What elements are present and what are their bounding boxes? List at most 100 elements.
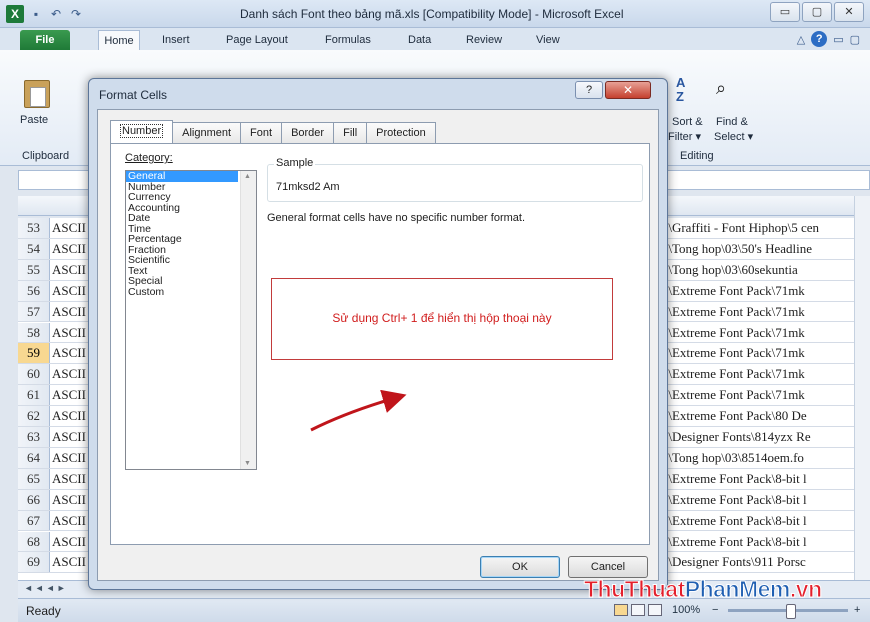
doc-restore-icon[interactable]: ▢ bbox=[850, 33, 860, 46]
row-number[interactable]: 67 bbox=[18, 510, 50, 531]
row-number[interactable]: 62 bbox=[18, 406, 50, 426]
paste-icon[interactable] bbox=[24, 80, 50, 108]
tab-protection[interactable]: Protection bbox=[367, 122, 436, 144]
redo-icon[interactable]: ↷ bbox=[68, 6, 84, 22]
tab-number[interactable]: Number bbox=[110, 120, 174, 144]
tab-home[interactable]: Home bbox=[98, 30, 140, 50]
category-item[interactable]: General bbox=[126, 171, 238, 182]
tab-insert[interactable]: Insert bbox=[162, 30, 190, 50]
cancel-button[interactable]: Cancel bbox=[568, 556, 648, 578]
vertical-scrollbar[interactable] bbox=[854, 196, 870, 580]
cell-a[interactable]: ASCII bbox=[52, 260, 86, 280]
tab-alignment[interactable]: Alignment bbox=[173, 122, 242, 144]
close-window-button[interactable]: ✕ bbox=[834, 2, 864, 22]
cell-b[interactable]: I\Tong hop\03\50's Headline bbox=[664, 239, 864, 259]
cell-b[interactable]: I\Tong hop\03\60sekuntia bbox=[664, 260, 864, 280]
category-list-scrollbar[interactable] bbox=[240, 171, 256, 469]
dialog-close-button[interactable]: ✕ bbox=[605, 81, 651, 99]
cell-b[interactable]: I\Graffiti - Font Hiphop\5 cen bbox=[664, 218, 864, 238]
cell-a[interactable]: ASCII bbox=[52, 281, 86, 301]
cell-b[interactable]: I\Tong hop\03\8514oem.fo bbox=[664, 448, 864, 468]
row-number[interactable]: 60 bbox=[18, 364, 50, 385]
cell-a[interactable]: ASCII bbox=[52, 469, 86, 489]
sort-filter-label[interactable]: Sort & bbox=[672, 116, 703, 128]
tab-font[interactable]: Font bbox=[241, 122, 283, 144]
category-item[interactable]: Date bbox=[126, 213, 238, 224]
row-number[interactable]: 61 bbox=[18, 385, 50, 406]
cell-b[interactable]: I\Extreme Font Pack\71mk bbox=[664, 302, 864, 322]
page-layout-view-icon[interactable] bbox=[631, 604, 645, 616]
row-number[interactable]: 58 bbox=[18, 322, 50, 343]
maximize-button[interactable]: ▢ bbox=[802, 2, 832, 22]
save-icon[interactable]: ▪ bbox=[28, 6, 44, 22]
cell-a[interactable]: ASCII bbox=[52, 364, 86, 384]
find-select-icon[interactable]: ⌕ bbox=[716, 78, 738, 102]
doc-minimize-icon[interactable]: ▭ bbox=[833, 33, 843, 46]
tab-fill[interactable]: Fill bbox=[334, 122, 368, 144]
cell-a[interactable]: ASCII bbox=[52, 427, 86, 447]
cell-a[interactable]: ASCII bbox=[52, 385, 86, 405]
cell-a[interactable]: ASCII bbox=[52, 218, 86, 238]
cell-a[interactable]: ASCII bbox=[52, 302, 86, 322]
row-number[interactable]: 53 bbox=[18, 218, 50, 238]
cell-b[interactable]: I\Extreme Font Pack\71mk bbox=[664, 343, 864, 363]
cell-b[interactable]: I\Extreme Font Pack\71mk bbox=[664, 364, 864, 384]
zoom-slider[interactable] bbox=[728, 604, 848, 619]
zoom-out-button[interactable]: − bbox=[712, 604, 718, 616]
zoom-level[interactable]: 100% bbox=[672, 604, 700, 616]
row-number[interactable]: 64 bbox=[18, 447, 50, 468]
cell-a[interactable]: ASCII bbox=[52, 448, 86, 468]
minimize-button[interactable]: ▭ bbox=[770, 2, 800, 22]
cell-a[interactable]: ASCII bbox=[52, 552, 86, 572]
row-number[interactable]: 68 bbox=[18, 531, 50, 552]
row-number[interactable]: 66 bbox=[18, 489, 50, 510]
cell-a[interactable]: ASCII bbox=[52, 239, 86, 259]
row-number[interactable]: 65 bbox=[18, 468, 50, 489]
find-select-label[interactable]: Find & bbox=[716, 116, 748, 128]
tab-formulas[interactable]: Formulas bbox=[325, 30, 371, 50]
row-number[interactable]: 55 bbox=[18, 259, 50, 280]
tab-review[interactable]: Review bbox=[466, 30, 502, 50]
cell-b[interactable]: I\Designer Fonts\911 Porsc bbox=[664, 552, 864, 572]
category-item[interactable]: Custom bbox=[126, 286, 238, 298]
tab-data[interactable]: Data bbox=[408, 30, 431, 50]
category-item[interactable]: Special bbox=[126, 276, 238, 287]
ok-button[interactable]: OK bbox=[480, 556, 560, 578]
row-number[interactable]: 57 bbox=[18, 301, 50, 322]
sort-filter-label-2[interactable]: Filter ▾ bbox=[668, 130, 701, 143]
category-item[interactable]: Currency bbox=[126, 192, 238, 203]
cell-a[interactable]: ASCII bbox=[52, 511, 86, 531]
zoom-in-button[interactable]: + bbox=[854, 604, 860, 616]
cell-a[interactable]: ASCII bbox=[52, 532, 86, 552]
page-break-view-icon[interactable] bbox=[648, 604, 662, 616]
cell-a[interactable]: ASCII bbox=[52, 323, 86, 343]
cell-b[interactable]: I\Extreme Font Pack\8-bit l bbox=[664, 532, 864, 552]
cell-b[interactable]: I\Extreme Font Pack\8-bit l bbox=[664, 511, 864, 531]
tab-file[interactable]: File bbox=[20, 30, 70, 50]
category-list[interactable]: General Number Currency Accounting Date Time P… bbox=[125, 170, 257, 470]
row-number[interactable]: 59 bbox=[18, 343, 50, 364]
cell-b[interactable]: I\Designer Fonts\814yzx Re bbox=[664, 427, 864, 447]
cell-b[interactable]: I\Extreme Font Pack\71mk bbox=[664, 281, 864, 301]
cell-a[interactable]: ASCII bbox=[52, 490, 86, 510]
cell-a[interactable]: ASCII bbox=[52, 406, 86, 426]
sheet-nav-buttons[interactable]: ◄◄◄► bbox=[24, 583, 68, 593]
excel-app-icon[interactable]: X bbox=[6, 5, 24, 23]
normal-view-icon[interactable] bbox=[614, 604, 628, 616]
row-number[interactable]: 54 bbox=[18, 238, 50, 259]
row-number[interactable]: 63 bbox=[18, 427, 50, 447]
paste-label[interactable]: Paste bbox=[20, 114, 48, 126]
cell-b[interactable]: I\Extreme Font Pack\8-bit l bbox=[664, 469, 864, 489]
cell-b[interactable]: I\Extreme Font Pack\8-bit l bbox=[664, 490, 864, 510]
tab-view[interactable]: View bbox=[536, 30, 560, 50]
dialog-help-button[interactable]: ? bbox=[575, 81, 603, 99]
sort-filter-icon[interactable]: AZ bbox=[676, 76, 698, 106]
cell-b[interactable]: I\Extreme Font Pack\71mk bbox=[664, 385, 864, 405]
row-number[interactable]: 69 bbox=[18, 552, 50, 573]
find-select-label-2[interactable]: Select ▾ bbox=[714, 130, 753, 143]
category-item[interactable]: Scientific bbox=[126, 255, 238, 266]
help-icon[interactable]: ? bbox=[811, 31, 828, 47]
row-number[interactable]: 56 bbox=[18, 280, 50, 301]
tab-border[interactable]: Border bbox=[282, 122, 335, 144]
cell-b[interactable]: I\Extreme Font Pack\80 De bbox=[664, 406, 864, 426]
